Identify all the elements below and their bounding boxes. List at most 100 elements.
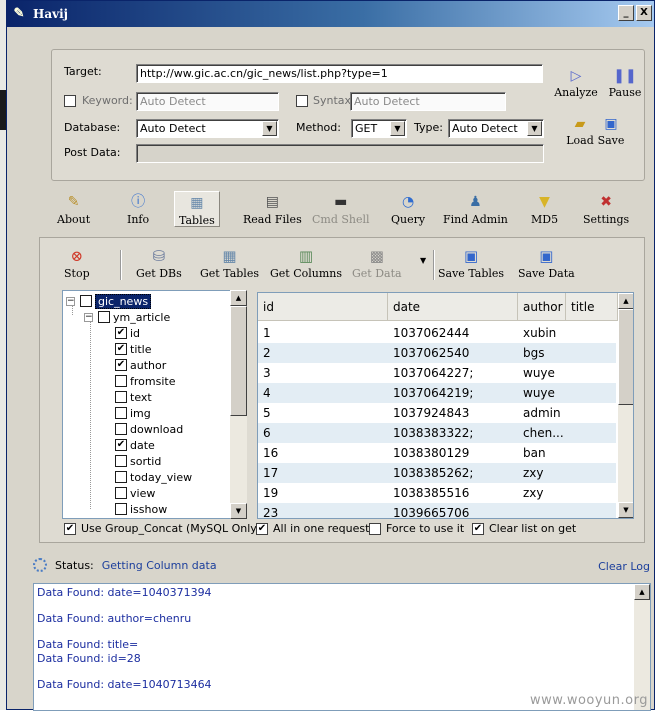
- col-header-author[interactable]: author: [518, 293, 566, 321]
- tree-node-column[interactable]: fromsite: [115, 373, 175, 389]
- minimize-button[interactable]: _: [618, 5, 634, 21]
- table-row[interactable]: 4 1037064219; wuye: [258, 383, 616, 403]
- get-tables-button[interactable]: ▦ Get Tables: [200, 246, 259, 280]
- table-row[interactable]: 16 1038380129 ban: [258, 443, 616, 463]
- chevron-down-icon[interactable]: ▼: [527, 121, 542, 136]
- clear-log-link[interactable]: Clear Log: [598, 560, 650, 573]
- database-select[interactable]: Auto Detect ▼: [136, 119, 279, 138]
- group-concat-checkbox[interactable]: ✔: [64, 522, 76, 535]
- syntax-checkbox[interactable]: [296, 95, 308, 107]
- tab-query[interactable]: ◔ Query: [391, 193, 425, 226]
- column-checkbox[interactable]: [115, 471, 127, 483]
- grid-scrollbar[interactable]: ▲ ▼: [618, 293, 633, 518]
- table-row[interactable]: 2 1037062540 bgs: [258, 343, 616, 363]
- tree-node-column[interactable]: ✔ author: [115, 357, 166, 373]
- log-output[interactable]: Data Found: date=1040371394 Data Found: …: [33, 583, 651, 711]
- tree-scrollbar[interactable]: ▲ ▼: [230, 290, 247, 519]
- table-checkbox[interactable]: [98, 311, 110, 323]
- close-button[interactable]: X: [636, 5, 652, 21]
- col-header-id[interactable]: id: [258, 293, 388, 321]
- get-dbs-button[interactable]: ⛁ Get DBs: [136, 246, 182, 280]
- collapse-icon[interactable]: −: [66, 296, 75, 306]
- clear-list-option[interactable]: ✔ Clear list on get: [472, 522, 576, 535]
- scroll-down-icon[interactable]: ▼: [230, 503, 247, 519]
- load-button[interactable]: ▰ Load: [566, 116, 594, 147]
- scroll-down-icon[interactable]: ▼: [618, 502, 633, 518]
- post-data-input[interactable]: [136, 144, 544, 163]
- schema-tree[interactable]: − gic_news − ym_article ✔ id ✔ title ✔ author…: [62, 290, 247, 519]
- tree-node-db[interactable]: − gic_news: [66, 293, 152, 309]
- analyze-button[interactable]: ▷ Analyze: [554, 68, 598, 99]
- stop-button[interactable]: ⊗ Stop: [64, 246, 90, 280]
- clear-list-checkbox[interactable]: ✔: [472, 522, 484, 535]
- table-row[interactable]: 3 1037064227; wuye: [258, 363, 616, 383]
- tree-node-column[interactable]: text: [115, 389, 152, 405]
- column-checkbox[interactable]: [115, 407, 127, 419]
- tree-node-column[interactable]: img: [115, 405, 151, 421]
- keyword-input[interactable]: Auto Detect: [136, 92, 279, 111]
- scroll-thumb[interactable]: [230, 306, 247, 416]
- get-data-button[interactable]: ▩ Get Data: [352, 246, 402, 280]
- title-bar[interactable]: ✎ Havij _ X: [7, 1, 654, 27]
- all-in-one-option[interactable]: ✔ All in one request.: [256, 522, 373, 535]
- log-scrollbar[interactable]: ▲: [634, 584, 650, 710]
- column-checkbox[interactable]: [115, 375, 127, 387]
- col-header-title[interactable]: title: [566, 293, 618, 321]
- syntax-input[interactable]: Auto Detect: [350, 92, 506, 111]
- target-url-input[interactable]: http://ww.gic.ac.cn/gic_news/list.php?ty…: [136, 64, 543, 83]
- save-data-button[interactable]: ▣ Save Data: [518, 246, 575, 280]
- scroll-up-icon[interactable]: ▲: [230, 290, 247, 306]
- tab-about[interactable]: ✎ About: [57, 193, 90, 226]
- keyword-checkbox[interactable]: [64, 95, 76, 107]
- get-data-dropdown[interactable]: ▼: [420, 256, 426, 265]
- table-row[interactable]: 23 1039665706: [258, 503, 616, 518]
- table-row[interactable]: 5 1037924843 admin: [258, 403, 616, 423]
- chevron-down-icon[interactable]: ▼: [390, 121, 405, 136]
- force-checkbox[interactable]: [369, 522, 381, 535]
- tree-node-column[interactable]: ✔ date: [115, 437, 155, 453]
- collapse-icon[interactable]: −: [84, 312, 93, 322]
- scroll-up-icon[interactable]: ▲: [634, 584, 650, 600]
- column-checkbox[interactable]: [115, 503, 127, 515]
- tree-node-column[interactable]: view: [115, 485, 155, 501]
- column-checkbox[interactable]: [115, 455, 127, 467]
- column-checkbox[interactable]: [115, 423, 127, 435]
- column-checkbox[interactable]: ✔: [115, 439, 127, 451]
- table-row[interactable]: 6 1038383322; chen...: [258, 423, 616, 443]
- save-tables-button[interactable]: ▣ Save Tables: [438, 246, 504, 280]
- column-checkbox[interactable]: [115, 487, 127, 499]
- tree-node-column[interactable]: today_view: [115, 469, 192, 485]
- all-in-one-checkbox[interactable]: ✔: [256, 522, 268, 535]
- tab-md5[interactable]: ▼ MD5: [531, 193, 558, 226]
- tab-settings[interactable]: ✖ Settings: [583, 193, 629, 226]
- force-option[interactable]: Force to use it: [369, 522, 464, 535]
- scroll-up-icon[interactable]: ▲: [618, 293, 633, 309]
- get-columns-button[interactable]: ▥ Get Columns: [270, 246, 342, 280]
- db-checkbox[interactable]: [80, 295, 92, 307]
- method-select[interactable]: GET ▼: [351, 119, 407, 138]
- column-checkbox[interactable]: ✔: [115, 359, 127, 371]
- col-header-date[interactable]: date: [388, 293, 518, 321]
- column-checkbox[interactable]: ✔: [115, 343, 127, 355]
- table-row[interactable]: 17 1038385262; zxy: [258, 463, 616, 483]
- tab-cmd-shell[interactable]: ▬ Cmd Shell: [312, 193, 370, 226]
- tree-node-column[interactable]: ✔ title: [115, 341, 152, 357]
- group-concat-option[interactable]: ✔ Use Group_Concat (MySQL Only): [64, 522, 261, 535]
- tab-read-files[interactable]: ▤ Read Files: [243, 193, 302, 226]
- data-grid[interactable]: id date author title 1 1037062444 xubin 2 10…: [257, 292, 634, 519]
- tab-tables[interactable]: ▦ Tables: [174, 191, 220, 227]
- table-row[interactable]: 19 1038385516 zxy: [258, 483, 616, 503]
- column-checkbox[interactable]: ✔: [115, 327, 127, 339]
- column-checkbox[interactable]: [115, 391, 127, 403]
- save-button[interactable]: ▣ Save: [597, 116, 625, 147]
- table-row[interactable]: 1 1037062444 xubin: [258, 323, 616, 343]
- tree-node-column[interactable]: sortid: [115, 453, 161, 469]
- tree-node-column[interactable]: ✔ id: [115, 325, 140, 341]
- tab-info[interactable]: ⓘ Info: [127, 193, 149, 226]
- chevron-down-icon[interactable]: ▼: [262, 121, 277, 136]
- pause-button[interactable]: ❚❚ Pause: [606, 68, 644, 99]
- tree-node-table[interactable]: − ym_article: [84, 309, 170, 325]
- tab-find-admin[interactable]: ♟ Find Admin: [443, 193, 508, 226]
- tree-node-column[interactable]: isshow: [115, 501, 167, 517]
- scroll-thumb[interactable]: [618, 309, 633, 405]
